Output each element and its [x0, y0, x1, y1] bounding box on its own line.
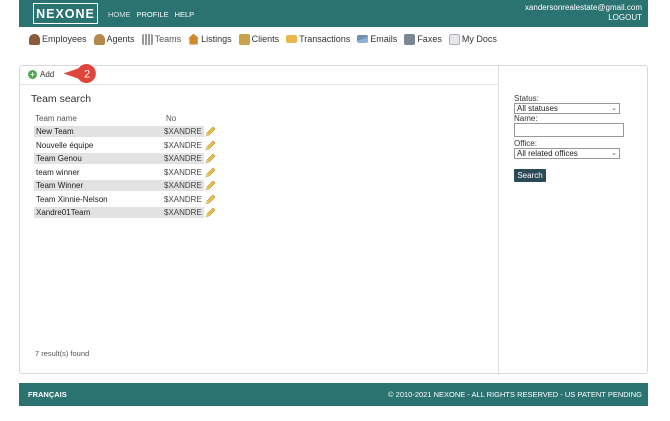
menu-item-clients[interactable]: Clients — [238, 33, 280, 45]
add-label: Add — [40, 70, 55, 79]
team-name-cell[interactable]: Team Genou — [34, 153, 164, 165]
module-menu: Employees Agents Teams Listings Clients … — [29, 32, 504, 46]
menu-label: Faxes — [417, 34, 442, 44]
menu-item-emails[interactable]: Emails — [357, 34, 397, 44]
callout-number: 2 — [84, 69, 90, 81]
docs-icon — [448, 33, 460, 45]
logout-link[interactable]: LOGOUT — [525, 13, 642, 23]
footer: FRANÇAIS © 2010-2021 NEXONE - ALL RIGHTS… — [19, 383, 648, 406]
team-name-cell[interactable]: Team Xinnie-Nelson — [34, 194, 164, 205]
main-panel: + Add 2 Team search Team name No New Tea… — [19, 63, 648, 374]
table-row[interactable]: New Team $XANDRE — [34, 125, 216, 139]
user-box: xandersonrealestate@gmail.com LOGOUT — [525, 3, 642, 23]
copyright-text: © 2010-2021 NEXONE - ALL RIGHTS RESERVED… — [388, 390, 642, 399]
column-header-no: No — [166, 114, 177, 123]
teams-icon — [141, 33, 153, 45]
menu-label: Clients — [251, 34, 280, 44]
menu-item-listings[interactable]: Listings — [188, 33, 232, 45]
toolbar-divider — [20, 84, 498, 85]
agents-icon — [93, 33, 105, 45]
edit-pencil-icon[interactable] — [205, 194, 216, 205]
table-row[interactable]: team winner $XANDRE — [34, 166, 216, 180]
nav-help-link[interactable]: HELP — [175, 10, 195, 19]
menu-label: Listings — [201, 34, 232, 44]
edit-pencil-icon[interactable] — [205, 180, 216, 191]
edit-pencil-icon[interactable] — [205, 167, 216, 178]
team-no-cell: $XANDRE — [164, 126, 204, 138]
team-search-title: Team search — [31, 93, 92, 105]
table-row[interactable]: Xandre01Team $XANDRE — [34, 206, 216, 220]
status-select[interactable]: All statuses ⌄ — [514, 103, 620, 114]
filter-panel: Status: All statuses ⌄ Name: Office: All… — [514, 94, 634, 182]
search-button[interactable]: Search — [514, 169, 546, 182]
nav-home-link[interactable]: HOME — [108, 10, 131, 19]
team-name-cell[interactable]: Team Winner — [34, 180, 164, 192]
team-no-cell: $XANDRE — [164, 194, 202, 204]
email-icon — [357, 35, 369, 43]
menu-label: Teams — [154, 34, 182, 44]
name-label: Name: — [514, 114, 538, 123]
edit-pencil-icon[interactable] — [205, 126, 216, 137]
menu-label: My Docs — [461, 34, 497, 44]
language-link[interactable]: FRANÇAIS — [28, 390, 67, 399]
top-nav: HOME PROFILE HELP — [108, 10, 194, 19]
team-no-cell: $XANDRE — [164, 207, 204, 219]
listings-icon — [188, 33, 200, 45]
fax-icon — [404, 33, 416, 45]
team-name-cell[interactable]: team winner — [34, 167, 164, 178]
table-row[interactable]: Team Xinnie-Nelson $XANDRE — [34, 193, 216, 207]
user-email: xandersonrealestate@gmail.com — [524, 3, 642, 12]
edit-pencil-icon[interactable] — [205, 207, 216, 218]
column-header-team-name: Team name — [35, 114, 77, 123]
nexone-logo[interactable]: NEXONE — [33, 3, 98, 24]
menu-item-teams[interactable]: Teams — [141, 33, 182, 45]
team-name-cell[interactable]: Nouvelle équipe — [34, 140, 164, 151]
menu-item-faxes[interactable]: Faxes — [404, 33, 442, 45]
team-no-cell: $XANDRE — [164, 153, 204, 165]
menu-item-transactions[interactable]: Transactions — [286, 34, 350, 44]
menu-label: Transactions — [299, 34, 351, 44]
result-count: 7 result(s) found — [35, 349, 90, 358]
add-team-button[interactable]: + Add — [28, 70, 54, 79]
status-select-value: All statuses — [517, 104, 558, 113]
table-row[interactable]: Team Winner $XANDRE — [34, 179, 216, 193]
team-name-cell[interactable]: New Team — [34, 126, 164, 138]
plus-circle-icon: + — [28, 70, 37, 79]
employees-icon — [29, 33, 40, 45]
chevron-down-icon: ⌄ — [611, 150, 617, 157]
office-select-value: All related offices — [517, 149, 578, 158]
team-name-cell[interactable]: Xandre01Team — [34, 207, 164, 219]
team-table: New Team $XANDRE Nouvelle équipe $XANDRE… — [34, 125, 216, 220]
chevron-down-icon: ⌄ — [611, 105, 617, 112]
team-no-cell: $XANDRE — [164, 140, 202, 150]
folder-icon — [286, 35, 298, 43]
menu-item-my-docs[interactable]: My Docs — [448, 33, 497, 45]
table-row[interactable]: Nouvelle équipe $XANDRE — [34, 139, 216, 153]
panel-divider — [498, 66, 499, 373]
menu-label: Employees — [42, 34, 87, 44]
edit-pencil-icon[interactable] — [205, 153, 216, 164]
team-no-cell: $XANDRE — [164, 180, 204, 192]
menu-label: Emails — [370, 34, 398, 44]
nav-profile-link[interactable]: PROFILE — [137, 10, 169, 19]
name-input[interactable] — [514, 123, 624, 137]
status-label: Status: — [514, 94, 539, 103]
top-bar: NEXONE HOME PROFILE HELP xandersonreales… — [19, 0, 648, 27]
team-no-cell: $XANDRE — [164, 167, 202, 177]
office-select[interactable]: All related offices ⌄ — [514, 148, 620, 159]
menu-item-employees[interactable]: Employees — [29, 33, 87, 45]
edit-pencil-icon[interactable] — [205, 140, 216, 151]
menu-item-agents[interactable]: Agents — [93, 33, 135, 45]
clients-icon — [238, 33, 250, 45]
menu-label: Agents — [106, 34, 135, 44]
table-row[interactable]: Team Genou $XANDRE — [34, 152, 216, 166]
step-callout: 2 — [60, 63, 97, 84]
office-label: Office: — [514, 139, 537, 148]
